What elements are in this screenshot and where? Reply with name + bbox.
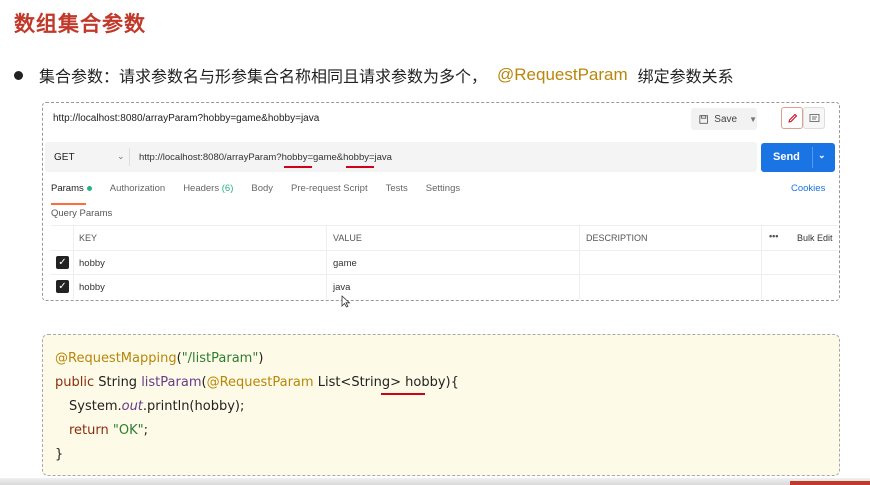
bullet-dot-icon [14, 70, 23, 80]
save-chevron-down-icon[interactable]: ▼ [749, 115, 757, 124]
progress-bar [790, 481, 870, 485]
code-block: @RequestMapping("/listParam") public Str… [42, 334, 840, 476]
column-divider [73, 225, 74, 299]
bullet-tail: 绑定参数关系 [637, 67, 734, 86]
param-key[interactable]: hobby [79, 258, 105, 269]
bullet-highlight: @RequestParam [497, 65, 628, 84]
table-row: ✓ hobby game [51, 250, 837, 275]
hobby-underline-1 [284, 166, 312, 168]
tab-params[interactable]: Params [51, 183, 92, 205]
query-params-table: KEY VALUE DESCRIPTION ••• Bulk Edit ✓ ho… [51, 225, 837, 299]
param-value[interactable]: java [333, 282, 350, 293]
send-chevron-down-icon[interactable]: ⌄ [818, 150, 826, 161]
comment-icon [809, 113, 819, 122]
table-row: ✓ hobby java [51, 274, 837, 299]
save-icon [699, 114, 708, 124]
tab-settings[interactable]: Settings [426, 183, 460, 199]
pencil-icon [787, 113, 797, 123]
headers-count: (6) [221, 183, 234, 194]
query-params-label: Query Params [51, 208, 113, 219]
column-header-value: VALUE [333, 233, 362, 243]
url-divider [129, 148, 130, 166]
bullet-point: 集合参数：请求参数名与形参集合名称相同且请求参数为多个， @RequestPar… [14, 64, 734, 86]
table-header-row: KEY VALUE DESCRIPTION ••• Bulk Edit [51, 225, 837, 250]
params-active-dot-icon [86, 185, 92, 191]
code-line-2: public String listParam(@RequestParam Li… [55, 375, 459, 390]
column-header-description: DESCRIPTION [586, 233, 648, 243]
slide-title: 数组集合参数 [14, 12, 146, 36]
save-button[interactable]: Save ▼ [691, 108, 757, 130]
param-value[interactable]: game [333, 258, 357, 269]
tab-headers[interactable]: Headers (6) [183, 183, 233, 199]
param-underline [381, 393, 425, 395]
bullet-text: 集合参数：请求参数名与形参集合名称相同且请求参数为多个， [39, 67, 488, 86]
bulk-edit-link[interactable]: Bulk Edit [797, 233, 833, 243]
code-line-1: @RequestMapping("/listParam") [55, 351, 264, 366]
tab-authorization[interactable]: Authorization [110, 183, 165, 199]
method-select[interactable]: GET [54, 152, 75, 163]
comments-button[interactable] [803, 107, 825, 129]
row-checkbox[interactable]: ✓ [56, 256, 69, 269]
send-button[interactable]: Send ⌄ [761, 143, 835, 172]
send-divider [812, 147, 813, 168]
method-chevron-down-icon[interactable]: ⌄ [117, 151, 125, 162]
postman-request-panel: http://localhost:8080/arrayParam?hobby=g… [42, 102, 840, 308]
save-label: Save [714, 113, 738, 125]
code-line-5: } [55, 447, 64, 462]
bottom-taskbar [0, 478, 870, 485]
url-input[interactable]: http://localhost:8080/arrayParam?hobby=g… [139, 152, 392, 163]
column-divider [579, 225, 580, 299]
column-header-key: KEY [79, 233, 98, 243]
param-key[interactable]: hobby [79, 282, 105, 293]
code-line-4: return "OK"; [69, 423, 148, 438]
row-checkbox[interactable]: ✓ [56, 280, 69, 293]
code-line-3: System.out.println(hobby); [69, 399, 245, 414]
mouse-cursor-icon [341, 295, 351, 308]
url-bar: GET ⌄ http://localhost:8080/arrayParam?h… [45, 142, 757, 172]
column-divider [326, 225, 327, 299]
edit-button[interactable] [781, 107, 803, 129]
send-label: Send [773, 151, 800, 163]
request-tab-title[interactable]: http://localhost:8080/arrayParam?hobby=g… [53, 113, 319, 124]
column-divider [761, 225, 762, 299]
hobby-underline-2 [346, 166, 374, 168]
request-tabs: Params Authorization Headers (6) Body Pr… [51, 183, 478, 205]
tab-tests[interactable]: Tests [386, 183, 408, 199]
tab-body[interactable]: Body [251, 183, 273, 199]
param-hobby: hobby [405, 375, 446, 390]
more-options-icon[interactable]: ••• [769, 231, 778, 241]
cookies-link[interactable]: Cookies [791, 183, 825, 194]
tab-pre-request-script[interactable]: Pre-request Script [291, 183, 368, 199]
